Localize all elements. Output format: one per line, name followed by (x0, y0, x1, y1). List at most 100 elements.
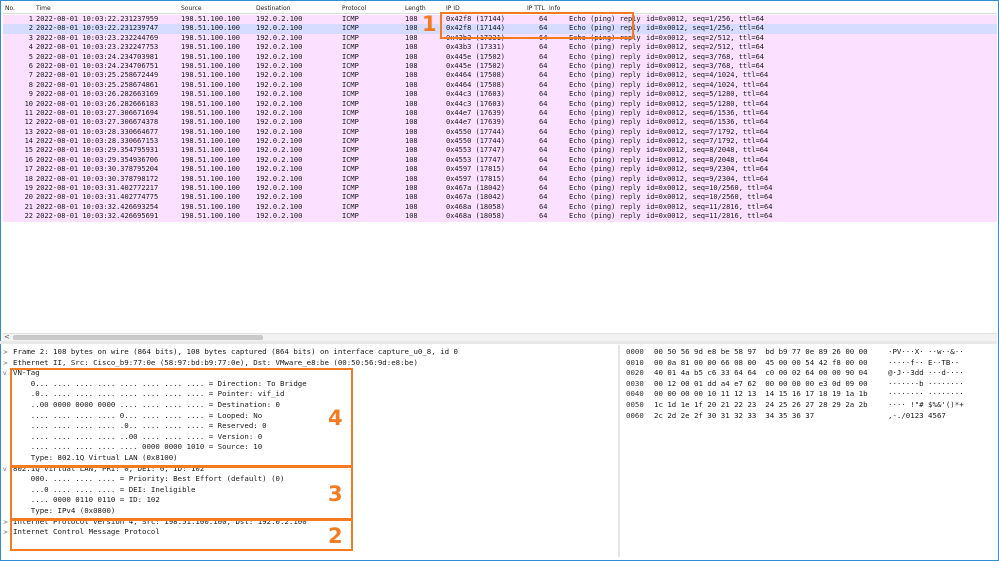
bytes-hex[interactable]: 00 50 56 9d e8 be 58 97 bd b9 77 0e 89 2… (654, 347, 868, 357)
packet-cell-no: 5 (28, 52, 33, 61)
packet-cell-info-b: id=0x0012, seq=2/512, ttl=64 (646, 33, 765, 42)
packet-cell-ipid: 0x43b3 (17331) (446, 43, 506, 52)
packet-cell-len: 108 (405, 71, 418, 80)
bytes-hex[interactable]: 1c 1d 1e 1f 20 21 22 23 24 25 26 27 28 2… (654, 400, 868, 410)
bytes-offset[interactable]: 0000 (626, 347, 644, 357)
packet-cell-ipid: 0x467a (18042) (446, 193, 506, 202)
packet-row[interactable]: 14 2022-08-01 10:03:28.330667153 198.51.10… (3, 137, 997, 147)
bytes-offset[interactable]: 0020 (626, 368, 644, 378)
bytes-hex[interactable]: 00 00 00 00 10 11 12 13 14 15 16 17 18 1… (654, 389, 868, 399)
bytes-ascii[interactable]: ·······b ········ (888, 379, 964, 389)
col-header-ip-id[interactable]: IP ID (446, 5, 460, 12)
packet-cell-time: 2022-08-01 10:03:30.378795204 (36, 165, 159, 174)
packet-row[interactable]: 22 2022-08-01 10:03:32.426695691 198.51.10… (3, 212, 997, 222)
packet-row[interactable]: 18 2022-08-01 10:03:30.378798172 198.51.10… (3, 174, 997, 185)
bytes-offset[interactable]: 0040 (626, 389, 644, 399)
annotation-box-2 (10, 519, 353, 551)
packet-cell-time: 2022-08-01 10:03:24.234706751 (36, 61, 159, 70)
annotation-label-1: 1 (422, 12, 437, 36)
packet-row[interactable]: 19 2022-08-01 10:03:31.402772217 198.51.10… (3, 184, 997, 194)
bytes-hex[interactable]: 40 01 4a b5 c6 33 64 64 c0 00 02 64 00 0… (654, 368, 868, 378)
packet-row[interactable]: 15 2022-08-01 10:03:29.354795931 198.51.10… (3, 146, 997, 156)
horizontal-scrollbar[interactable]: < (3, 333, 997, 341)
col-header-source[interactable]: Source (181, 5, 202, 12)
bytes-offset[interactable]: 0010 (626, 358, 644, 368)
details-tree-item[interactable]: > Frame 2: 108 bytes on wire (864 bits), … (3, 347, 458, 357)
packet-cell-no: 9 (28, 90, 33, 99)
scroll-left-arrow-icon[interactable]: < (4, 333, 10, 341)
packet-row[interactable]: 17 2022-08-01 10:03:30.378795204 198.51.10… (3, 165, 997, 175)
packet-cell-src: 198.51.100.100 (181, 108, 241, 117)
packet-cell-time: 2022-08-01 10:03:32.426695691 (36, 212, 159, 221)
packet-cell-info-a: Echo (ping) reply (569, 184, 641, 193)
packet-row[interactable]: 4 2022-08-01 10:03:23.232247753 198.51.100… (3, 43, 997, 53)
pane-splitter[interactable] (0, 341, 997, 344)
packet-row[interactable]: 12 2022-08-01 10:03:27.306674378 198.51.10… (3, 118, 997, 128)
packet-cell-len: 108 (405, 108, 418, 117)
packet-row[interactable]: 21 2022-08-01 10:03:32.426693254 198.51.10… (3, 202, 997, 213)
bytes-offset[interactable]: 0060 (626, 411, 644, 421)
bytes-offset[interactable]: 0050 (626, 400, 644, 410)
bytes-hex[interactable]: 00 0a 81 00 00 66 08 00 45 00 00 54 42 f… (654, 358, 868, 368)
col-header-destination[interactable]: Destination (256, 5, 290, 12)
packet-row[interactable]: 10 2022-08-01 10:03:26.282666183 198.51.10… (3, 99, 997, 109)
packet-list[interactable]: No. Time Source Destination Protocol Len… (3, 3, 997, 341)
packet-row[interactable]: 8 2022-08-01 10:03:25.258674861 198.51.100… (3, 80, 997, 91)
bytes-ascii[interactable]: ···· !"# $%&'()*+ (888, 400, 964, 410)
bytes-hex[interactable]: 00 12 00 01 dd a4 e7 62 00 00 00 00 e3 0… (654, 379, 868, 389)
vertical-pane-splitter[interactable] (618, 345, 620, 557)
packet-cell-no: 6 (28, 61, 33, 70)
bytes-ascii[interactable]: ········ ········ (888, 389, 964, 399)
packet-cell-time: 2022-08-01 10:03:31.402772217 (36, 184, 159, 193)
packet-cell-dst: 192.0.2.100 (256, 193, 303, 202)
bytes-line: 0040 00 00 00 00 10 11 12 13 14 15 16 17 … (622, 389, 994, 399)
packet-row[interactable]: 11 2022-08-01 10:03:27.306671694 198.51.10… (3, 108, 997, 119)
details-tree-item[interactable]: > Ethernet II, Src: Cisco_b9:77:0e (58:97… (3, 358, 418, 368)
details-item-text: Frame 2: 108 bytes on wire (864 bits), 1… (13, 347, 458, 356)
packet-row[interactable]: 9 2022-08-01 10:03:26.282663169 198.51.100… (3, 90, 997, 100)
packet-cell-info-b: id=0x0012, seq=3/768, ttl=64 (646, 61, 765, 70)
scrollbar-thumb[interactable] (13, 335, 263, 340)
col-header-ip-ttl[interactable]: IP TTL (527, 5, 545, 12)
packet-cell-ttl: 64 (539, 99, 548, 108)
col-header-no[interactable]: No. (5, 5, 15, 12)
col-header-time[interactable]: Time (36, 5, 51, 12)
col-header-length[interactable]: Length (405, 5, 426, 12)
bytes-offset[interactable]: 0030 (626, 379, 644, 389)
packet-row[interactable]: 16 2022-08-01 10:03:29.354936706 198.51.10… (3, 155, 997, 166)
packet-cell-len: 108 (405, 184, 418, 193)
bytes-ascii[interactable]: ·PV···X· ··w··&·· (888, 347, 964, 357)
packet-cell-len: 108 (405, 165, 418, 174)
packet-row[interactable]: 6 2022-08-01 10:03:24.234706751 198.51.100… (3, 61, 997, 72)
packet-cell-src: 198.51.100.100 (181, 80, 241, 89)
packet-cell-no: 15 (24, 146, 33, 155)
packet-cell-info-b: id=0x0012, seq=1/256, ttl=64 (646, 24, 765, 33)
bytes-ascii[interactable]: @·J··3dd ···d···· (888, 368, 964, 378)
col-header-info[interactable]: Info (549, 5, 560, 12)
packet-row[interactable]: 5 2022-08-01 10:03:24.234703981 198.51.100… (3, 52, 997, 62)
packet-cell-info-b: id=0x0012, seq=4/1024, ttl=64 (646, 71, 769, 80)
packet-cell-dst: 192.0.2.100 (256, 137, 303, 146)
packet-cell-info-b: id=0x0012, seq=2/512, ttl=64 (646, 43, 765, 52)
packet-cell-ipid: 0x445e (17502) (446, 61, 506, 70)
packet-bytes-pane[interactable]: 0000 00 50 56 9d e8 be 58 97 bd b9 77 0e … (622, 345, 994, 557)
packet-row[interactable]: 13 2022-08-01 10:03:28.330664677 198.51.10… (3, 127, 997, 138)
packet-cell-proto: ICMP (342, 24, 359, 33)
packet-row[interactable]: 7 2022-08-01 10:03:25.258672449 198.51.100… (3, 71, 997, 81)
bytes-ascii[interactable]: ·····f·· E··TB·· (888, 358, 959, 368)
packet-cell-ipid: 0x44c3 (17603) (446, 99, 506, 108)
packet-row[interactable]: 20 2022-08-01 10:03:31.402774775 198.51.10… (3, 193, 997, 203)
packet-cell-src: 198.51.100.100 (181, 193, 241, 202)
packet-cell-src: 198.51.100.100 (181, 43, 241, 52)
collapse-arrow-icon[interactable]: > (3, 348, 13, 358)
packet-cell-info-a: Echo (ping) reply (569, 137, 641, 146)
bytes-ascii[interactable]: ,-./0123 4567 (888, 411, 946, 421)
packet-cell-proto: ICMP (342, 33, 359, 42)
packet-cell-len: 108 (405, 174, 418, 183)
bytes-hex[interactable]: 2c 2d 2e 2f 30 31 32 33 34 35 36 37 (654, 411, 814, 421)
col-header-protocol[interactable]: Protocol (342, 5, 366, 12)
packet-cell-info-b: id=0x0012, seq=10/2560, ttl=64 (646, 193, 773, 202)
packet-cell-no: 20 (24, 193, 33, 202)
packet-cell-no: 3 (28, 33, 33, 42)
packet-cell-info-b: id=0x0012, seq=3/768, ttl=64 (646, 52, 765, 61)
